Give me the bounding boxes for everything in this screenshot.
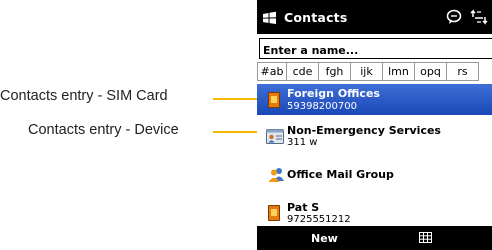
sim-card-icon	[268, 205, 280, 221]
soft-key-bar: New	[257, 226, 492, 250]
title-bar: Contacts	[257, 0, 492, 34]
tab-opq[interactable]: opq	[415, 62, 447, 81]
contact-row-office-mail-group[interactable]: Office Mail Group	[257, 160, 492, 190]
contact-row-pat-s[interactable]: Pat S 9725551212	[257, 196, 492, 226]
connection-arrows-icon[interactable]	[469, 8, 489, 26]
app-title: Contacts	[284, 10, 348, 25]
contact-number: 59398200700	[287, 101, 357, 112]
contact-name: Pat S	[287, 201, 320, 214]
tab-ab[interactable]: #ab	[257, 62, 287, 81]
search-box	[259, 38, 492, 60]
device-contact-card-icon	[266, 129, 284, 144]
windows-flag-icon[interactable]	[262, 11, 277, 25]
contact-number: 9725551212	[287, 214, 351, 225]
contact-name: Office Mail Group	[287, 168, 394, 181]
callout-device: Contacts entry - Device	[28, 122, 179, 138]
group-contact-icon	[268, 168, 284, 182]
contact-number: 311 w	[287, 137, 318, 148]
phone-screen: Contacts #ab cde fgh ijk lmn opq rs Fore…	[257, 0, 492, 250]
tab-lmn[interactable]: lmn	[383, 62, 415, 81]
menu-grid-icon[interactable]	[419, 232, 432, 243]
tab-fgh[interactable]: fgh	[319, 62, 351, 81]
message-bubble-icon[interactable]	[446, 9, 462, 25]
tab-ijk[interactable]: ijk	[351, 62, 383, 81]
tab-cde[interactable]: cde	[287, 62, 319, 81]
sim-card-icon	[268, 92, 280, 108]
callout-line-sim-card	[213, 98, 263, 100]
callout-sim-card: Contacts entry - SIM Card	[0, 88, 168, 104]
alphabet-tabs: #ab cde fgh ijk lmn opq rs	[257, 62, 479, 81]
new-softkey[interactable]: New	[311, 232, 338, 245]
contact-row-foreign-offices[interactable]: Foreign Offices 59398200700	[257, 84, 492, 115]
contact-name: Non-Emergency Services	[287, 124, 441, 137]
name-search-input[interactable]	[260, 41, 492, 60]
contact-row-non-emergency[interactable]: Non-Emergency Services 311 w	[257, 120, 492, 152]
callout-line-device	[213, 131, 263, 133]
contact-name: Foreign Offices	[287, 87, 380, 100]
tab-rs[interactable]: rs	[447, 62, 479, 81]
